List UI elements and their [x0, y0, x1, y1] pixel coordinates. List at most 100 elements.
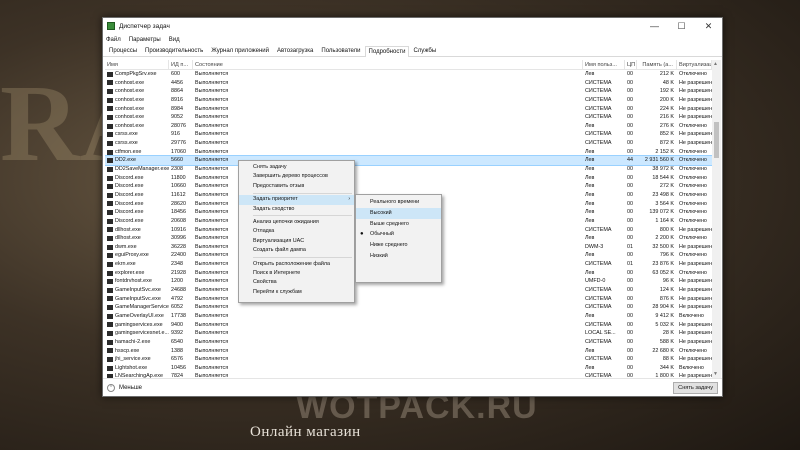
table-cell: 9400	[171, 321, 183, 328]
table-row[interactable]: csrss.exe 29776 Выполняется СИСТЕМА 00 872 K Н…	[105, 139, 712, 148]
table-row[interactable]: conhost.exe 4456 Выполняется СИСТЕМА 00 48 K Н…	[105, 79, 712, 88]
context-menu-item[interactable]: Свойства	[239, 278, 354, 287]
scroll-down-icon[interactable]: ▼	[713, 371, 718, 377]
priority-option[interactable]: Низкий	[356, 251, 441, 262]
column-header[interactable]: ЦП	[625, 60, 637, 69]
table-row[interactable]: conhost.exe 8984 Выполняется СИСТЕМА 00 224 K…	[105, 105, 712, 114]
tab-1[interactable]: Производительность	[141, 45, 207, 56]
table-row[interactable]: ctfmon.exe 17060 Выполняется Лев 00 2 152 K От…	[105, 148, 712, 157]
table-cell: 00	[627, 278, 633, 285]
process-icon	[107, 305, 113, 311]
table-cell: 00	[627, 166, 633, 173]
context-menu-item[interactable]: Перейти к службам	[239, 288, 354, 297]
column-header[interactable]: Имя	[105, 60, 169, 69]
context-menu-item[interactable]: Создать файл дампа	[239, 246, 354, 255]
priority-option[interactable]: Выше среднего	[356, 219, 441, 230]
priority-option[interactable]: Реального времени	[356, 197, 441, 208]
minimize-button[interactable]: —	[641, 18, 668, 34]
tab-6[interactable]: Службы	[409, 45, 440, 56]
table-row[interactable]: conhost.exe 8864 Выполняется СИСТЕМА 00 192 K…	[105, 87, 712, 96]
tab-3[interactable]: Автозагрузка	[273, 45, 317, 56]
process-name: conhost.exe	[105, 79, 169, 88]
process-name-text: gamingservicesnet.e...	[115, 330, 169, 337]
table-cell: 8916	[171, 96, 183, 103]
tab-2[interactable]: Журнал приложений	[207, 45, 273, 56]
table-row[interactable]: jhi_service.exe 6576 Выполняется СИСТЕМА 00 8…	[105, 355, 712, 364]
priority-option[interactable]: ● Обычный	[356, 229, 441, 240]
table-row[interactable]: csrss.exe 916 Выполняется СИСТЕМА 00 852 K Не …	[105, 130, 712, 139]
table-cell: 00	[627, 79, 633, 86]
context-menu-item[interactable]: Задать приоритет ›	[239, 195, 354, 205]
table-cell: Лев	[585, 209, 595, 216]
scroll-thumb[interactable]	[714, 122, 719, 158]
tab-bar: Процессы Производительность Журнал приложе…	[103, 45, 722, 57]
menu-item-1[interactable]: Параметры	[129, 37, 161, 43]
table-row[interactable]: Discord.exe 10660 Выполняется Лев 00 272 K Отк…	[105, 182, 712, 191]
table-row[interactable]: conhost.exe 9052 Выполняется СИСТЕМА 00 216 K…	[105, 113, 712, 122]
context-menu-item[interactable]: Анализ цепочки ожидания	[239, 218, 354, 227]
table-cell: Выполняется	[195, 114, 229, 121]
priority-option[interactable]: Ниже среднего	[356, 240, 441, 251]
column-header[interactable]: Имя польз...	[583, 60, 625, 69]
column-header[interactable]: ИД п...	[169, 60, 193, 69]
context-menu-item[interactable]: Виртуализация UAC	[239, 237, 354, 246]
less-details-link[interactable]: Меньше	[119, 385, 673, 391]
scroll-up-icon[interactable]: ▲	[713, 61, 718, 67]
table-cell: 8984	[171, 105, 183, 112]
column-header[interactable]: Виртуализация	[677, 60, 712, 69]
table-row[interactable]: gamingservicesnet.e... 9392 Выполняется LOC…	[105, 329, 712, 338]
table-cell: 24688	[171, 287, 186, 294]
tab-4[interactable]: Пользователи	[317, 45, 364, 56]
title-bar[interactable]: Диспетчер задач — ☐ ✕	[103, 18, 722, 34]
table-row[interactable]: GameInputSvc.exe 24688 Выполняется СИСТЕМА 0…	[105, 286, 712, 295]
column-header[interactable]: Память (а...	[637, 60, 677, 69]
table-row[interactable]: Discord.exe 11800 Выполняется Лев 00 18 544 K…	[105, 174, 712, 183]
table-cell: 00	[627, 347, 633, 354]
context-menu-item[interactable]: Отладка	[239, 227, 354, 236]
table-cell: 8864	[171, 88, 183, 95]
process-name-text: GameOverlayUI.exe	[115, 312, 164, 319]
table-cell: 852 K	[659, 131, 674, 138]
process-name: gamingservices.exe	[105, 321, 169, 330]
table-row[interactable]: GameManagerService... 6052 Выполняется СИСТ…	[105, 303, 712, 312]
chevron-up-icon[interactable]: ⌃	[107, 383, 115, 392]
table-row[interactable]: Lightshot.exe 10456 Выполняется Лев 00 344 K В…	[105, 364, 712, 373]
table-cell: Выполняется	[195, 96, 229, 103]
vertical-scrollbar[interactable]: ▲ ▼	[712, 60, 721, 378]
maximize-button[interactable]: ☐	[668, 18, 695, 34]
table-row[interactable]: conhost.exe 28076 Выполняется Лев 00 276 K Отк…	[105, 122, 712, 131]
table-row[interactable]: DD2SaveManager.exe 2308 Выполняется Лев 00 38…	[105, 165, 712, 174]
context-menu-item[interactable]: Завершить дерево процессов	[239, 172, 354, 181]
table-row[interactable]: GameOverlayUI.exe 17738 Выполняется Лев 00 9 …	[105, 312, 712, 321]
context-menu-item[interactable]: Открыть расположение файла	[239, 260, 354, 269]
process-icon	[107, 218, 113, 224]
end-task-button[interactable]: Снять задачу	[673, 381, 718, 394]
table-row[interactable]: conhost.exe 8916 Выполняется СИСТЕМА 00 200 K…	[105, 96, 712, 105]
table-row[interactable]: DD2.exe 5660 Выполняется Лев 44 2 931 560 K От…	[105, 155, 712, 167]
context-menu-item[interactable]: Поиск в Интернете	[239, 269, 354, 278]
priority-option[interactable]: Высокий	[356, 207, 441, 219]
priority-label: Ниже среднего	[370, 242, 408, 249]
table-cell: Выполняется	[195, 71, 229, 77]
table-row[interactable]: GameInputSvc.exe 4792 Выполняется СИСТЕМА 00…	[105, 295, 712, 304]
table-cell: Отключено	[679, 166, 707, 173]
context-menu-item[interactable]: Предоставить отзыв	[239, 182, 354, 191]
menu-item-0[interactable]: Файл	[106, 37, 121, 43]
table-row[interactable]: hamachi-2.exe 6540 Выполняется СИСТЕМА 00 588…	[105, 338, 712, 347]
context-menu-item[interactable]: Задать сходство	[239, 205, 354, 214]
table-row[interactable]: CompPkgSrv.exe 600 Выполняется Лев 00 212 K От…	[105, 70, 712, 79]
context-menu-item[interactable]: Снять задачу	[239, 163, 354, 172]
tab-5[interactable]: Подробности	[364, 46, 410, 57]
table-cell: 600	[171, 71, 180, 77]
close-button[interactable]: ✕	[695, 18, 722, 34]
table-cell: 18 544 K	[652, 174, 674, 181]
column-header[interactable]: Состояние	[193, 60, 583, 69]
table-row[interactable]: hsscp.exe 1388 Выполняется Лев 00 22 680 K Отк…	[105, 347, 712, 356]
table-cell: 23 876 K	[652, 261, 674, 268]
table-cell: 00	[627, 312, 633, 319]
menu-item-2[interactable]: Вид	[169, 37, 180, 43]
table-cell: 4792	[171, 295, 183, 302]
table-row[interactable]: gamingservices.exe 9400 Выполняется СИСТЕМА…	[105, 321, 712, 330]
tab-0[interactable]: Процессы	[105, 45, 141, 56]
table-cell: 2348	[171, 261, 183, 268]
